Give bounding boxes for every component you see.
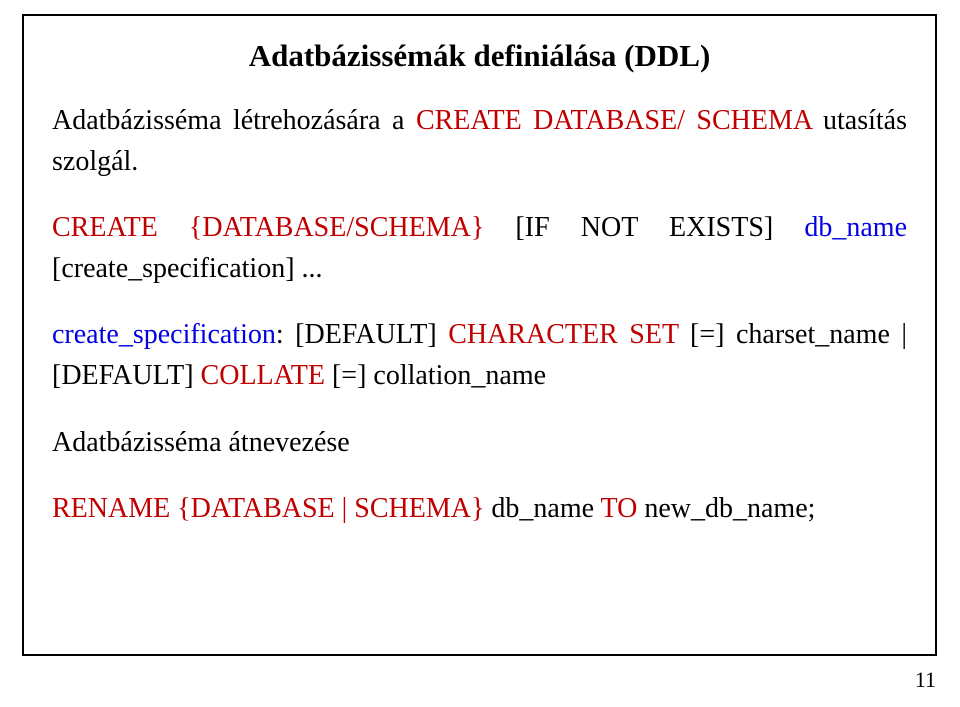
kw-charset: CHARACTER SET [448,319,678,350]
slide-frame: Adatbázissémák definiálása (DDL) Adatbáz… [22,14,937,656]
keyword-create-database: CREATE DATABASE/ SCHEMA [416,105,812,136]
syntax-create: CREATE {DATABASE/SCHEMA} [IF NOT EXISTS]… [52,208,907,289]
slide-title: Adatbázissémák definiálása (DDL) [52,34,907,79]
page-number: 11 [915,667,936,693]
rename-b: db_name [484,493,600,524]
kw-rename: RENAME {DATABASE | SCHEMA} [52,493,484,524]
rename-d: new_db_name; [637,493,815,524]
syntax-spec: create_specification: [DEFAULT] CHARACTE… [52,315,907,396]
syntax-create-d: [create_specification] ... [52,253,323,284]
spec-b: : [DEFAULT] [276,319,448,350]
syntax-create-b: [IF NOT EXISTS] [484,212,804,243]
spec-blue: create_specification [52,319,276,350]
spec-f: [=] collation_name [325,360,546,391]
syntax-rename: RENAME {DATABASE | SCHEMA} db_name TO ne… [52,489,907,530]
kw-to: TO [601,493,638,524]
intro-paragraph: Adatbázisséma létrehozására a CREATE DAT… [52,101,907,182]
dbname-blue: db_name [804,212,907,243]
intro-text-a: Adatbázisséma létrehozására a [52,105,416,136]
kw-create: CREATE {DATABASE/SCHEMA} [52,212,484,243]
rename-heading: Adatbázisséma átnevezése [52,423,907,464]
kw-collate: COLLATE [201,360,325,391]
